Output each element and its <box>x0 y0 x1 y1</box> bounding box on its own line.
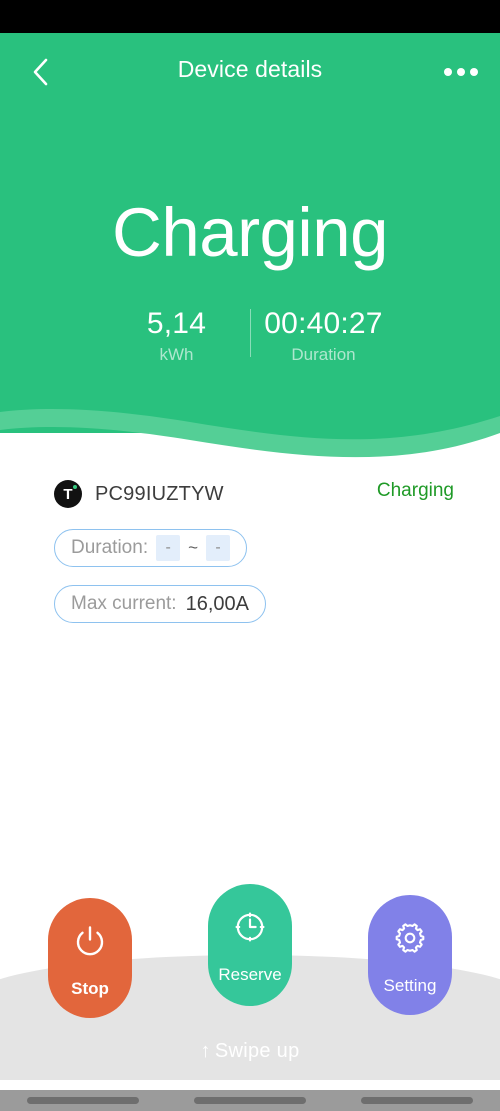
power-icon <box>73 924 107 963</box>
hero-header: Device details Charging 5,14 kWh 00:40:2… <box>0 33 500 458</box>
duration-range-separator: ~ <box>188 538 199 557</box>
stat-duration-unit: Duration <box>291 345 356 364</box>
stat-duration-value: 00:40:27 <box>264 307 383 340</box>
device-brand-icon: T <box>54 480 82 508</box>
device-badge-accent-dot <box>73 485 77 489</box>
gear-icon <box>393 921 427 960</box>
device-details-screen: Device details Charging 5,14 kWh 00:40:2… <box>0 0 500 1111</box>
stat-duration: 00:40:27 Duration <box>259 305 389 367</box>
more-options-icon <box>444 68 452 76</box>
status-bar <box>0 0 500 33</box>
reserve-button[interactable]: Reserve <box>208 884 292 1006</box>
setting-button-label: Setting <box>383 976 437 995</box>
more-options-icon <box>470 68 478 76</box>
arrow-up-icon: ↑ <box>200 1040 211 1062</box>
stat-energy: 5,14 kWh <box>112 305 242 367</box>
device-status-badge: Charging <box>376 480 454 501</box>
device-badge-letter: T <box>63 485 73 503</box>
charging-stats: 5,14 kWh 00:40:27 Duration <box>0 305 500 367</box>
max-current-value: 16,00A <box>185 592 249 615</box>
android-navigation-bar <box>0 1090 500 1111</box>
swipe-up-label: Swipe up <box>214 1040 300 1062</box>
swipe-up-hint[interactable]: ↑ Swipe up <box>0 1040 500 1063</box>
hero-wave-decoration <box>0 378 500 473</box>
duration-setting-chip[interactable]: Duration: - ~ - <box>54 529 248 567</box>
stop-button[interactable]: Stop <box>48 898 132 1018</box>
more-options-icon <box>457 68 465 76</box>
nav-back-key[interactable] <box>27 1097 140 1104</box>
setting-button[interactable]: Setting <box>368 895 452 1015</box>
stat-energy-value: 5,14 <box>146 307 207 340</box>
max-current-label: Max current: <box>71 593 177 614</box>
duration-chip-label: Duration: <box>71 537 149 558</box>
device-summary-row[interactable]: T PC99IUZTYW Charging <box>54 478 454 510</box>
page-title: Device details <box>177 56 323 82</box>
max-current-chip[interactable]: Max current: 16,00A <box>54 585 266 623</box>
more-options-button[interactable] <box>438 51 484 93</box>
stat-energy-unit: kWh <box>159 345 194 364</box>
nav-recents-key[interactable] <box>360 1097 473 1104</box>
navigation-bar: Device details <box>0 33 500 111</box>
duration-end-value[interactable]: - <box>206 535 231 561</box>
device-id-label: PC99IUZTYW <box>95 482 224 505</box>
nav-home-key[interactable] <box>193 1097 306 1104</box>
duration-start-value[interactable]: - <box>156 535 181 561</box>
reserve-button-label: Reserve <box>218 965 282 984</box>
charging-state-title: Charging <box>111 194 389 271</box>
stat-divider <box>249 309 251 357</box>
clock-icon <box>233 910 267 949</box>
stop-button-label: Stop <box>71 979 109 998</box>
